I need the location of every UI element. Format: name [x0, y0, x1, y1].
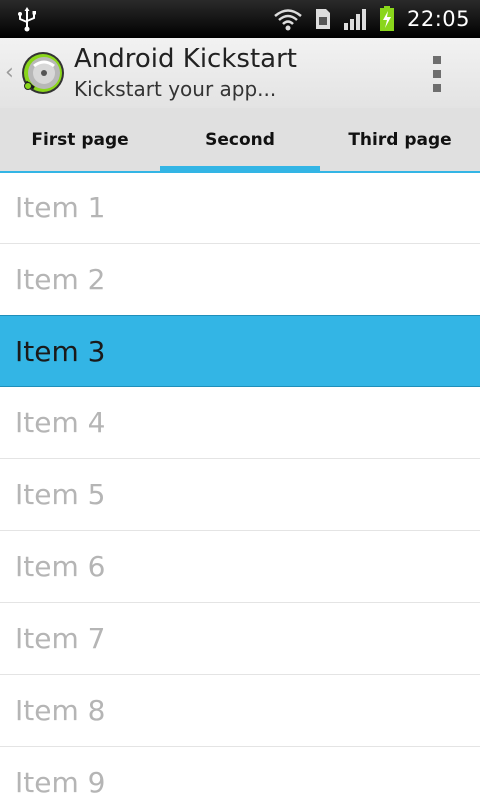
- status-bar: 22:05: [0, 0, 480, 38]
- list-item[interactable]: Item 5: [0, 459, 480, 531]
- list-item[interactable]: Item 6: [0, 531, 480, 603]
- list-item-label: Item 6: [15, 550, 106, 583]
- tab-label: Second: [205, 129, 275, 150]
- list-item[interactable]: Item 4: [0, 387, 480, 459]
- overflow-menu-icon[interactable]: [424, 56, 452, 92]
- list-item[interactable]: Item 1: [0, 172, 480, 244]
- app-title: Android Kickstart: [74, 44, 297, 74]
- list-item[interactable]: Item 8: [0, 675, 480, 747]
- list-item-label: Item 2: [15, 263, 106, 296]
- tab-label: First page: [31, 129, 129, 150]
- app-subtitle: Kickstart your app...: [74, 77, 277, 101]
- list-item-label: Item 4: [15, 406, 106, 439]
- tab-first-page[interactable]: First page: [0, 108, 160, 171]
- usb-icon: [18, 7, 36, 32]
- tab-second[interactable]: Second: [160, 108, 320, 171]
- tab-bar: First page Second Third page: [0, 108, 480, 172]
- list-item-label: Item 1: [15, 191, 106, 224]
- battery-charging-icon: [379, 6, 394, 31]
- sim-icon: [315, 9, 330, 29]
- list-item-label: Item 8: [15, 694, 106, 727]
- tab-label: Third page: [348, 129, 452, 150]
- list-item[interactable]: Item 7: [0, 603, 480, 675]
- up-chevron-icon[interactable]: ‹: [5, 62, 14, 84]
- app-logo-icon[interactable]: [20, 50, 66, 96]
- wifi-icon: [274, 9, 302, 31]
- list-item[interactable]: Item 9: [0, 747, 480, 800]
- list-item-label: Item 7: [15, 622, 106, 655]
- list-item-label: Item 9: [15, 766, 106, 799]
- signal-icon: [343, 9, 366, 30]
- action-bar: ‹ Android Kickstart Kickstart your app..…: [0, 38, 480, 109]
- clock: 22:05: [406, 7, 470, 31]
- list-item-label: Item 5: [15, 478, 106, 511]
- list-item[interactable]: Item 2: [0, 244, 480, 316]
- list-item-label: Item 3: [15, 335, 106, 368]
- item-list[interactable]: Item 1 Item 2 Item 3 Item 4 Item 5 Item …: [0, 172, 480, 800]
- tab-third-page[interactable]: Third page: [320, 108, 480, 171]
- list-item-selected[interactable]: Item 3: [0, 315, 480, 387]
